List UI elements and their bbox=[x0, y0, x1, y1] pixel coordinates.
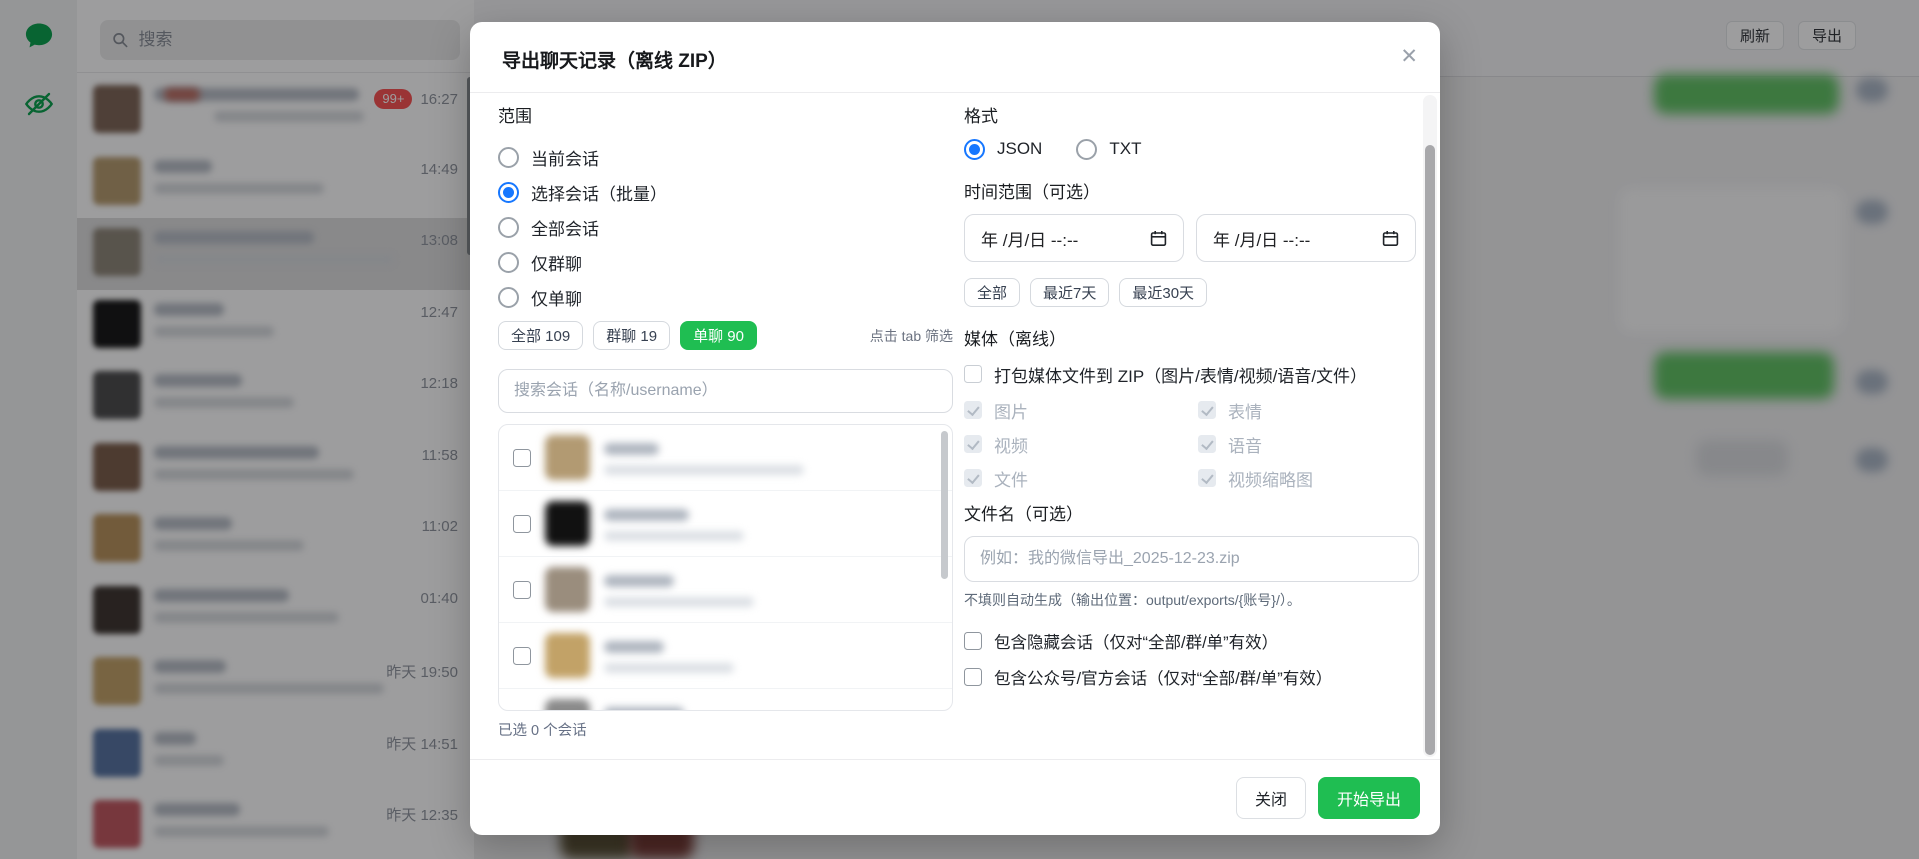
checkbox-checked-disabled bbox=[964, 435, 982, 453]
filename-input[interactable] bbox=[964, 536, 1419, 582]
checkbox-include-official[interactable]: 包含公众号/官方会话（仅对“全部/群/单”有效） bbox=[964, 665, 1419, 689]
quick-range-all[interactable]: 全部 bbox=[964, 278, 1020, 307]
calendar-icon bbox=[1382, 230, 1399, 247]
selected-count: 已选 0 个会话 bbox=[498, 719, 953, 740]
radio-singles-only[interactable]: 仅单聊 bbox=[498, 285, 953, 309]
format-label: 格式 bbox=[964, 105, 1419, 129]
calendar-icon bbox=[1150, 230, 1167, 247]
avatar bbox=[545, 699, 590, 711]
tab-hint: 点击 tab 筛选 bbox=[870, 326, 953, 346]
checkbox-checked-disabled bbox=[1198, 435, 1216, 453]
conversation-search-input[interactable] bbox=[498, 369, 953, 413]
dialog-header: 导出聊天记录（离线 ZIP） ✕ bbox=[470, 22, 1440, 93]
scope-column: 范围 当前会话 选择会话（批量） 全部会话 仅群聊 bbox=[498, 93, 953, 740]
close-icon[interactable]: ✕ bbox=[1400, 46, 1418, 67]
checkbox-pack-media[interactable]: 打包媒体文件到 ZIP（图片/表情/视频/语音/文件） bbox=[964, 362, 1419, 386]
close-button[interactable]: 关闭 bbox=[1236, 777, 1306, 819]
checkbox-media-video-disabled: 视频 bbox=[964, 432, 1198, 456]
start-export-button[interactable]: 开始导出 bbox=[1318, 777, 1420, 819]
export-dialog: 导出聊天记录（离线 ZIP） ✕ 范围 当前会话 选择会话（批量） 全部会话 bbox=[470, 22, 1440, 835]
dialog-footer: 关闭 开始导出 bbox=[470, 759, 1440, 835]
radio-select-conversations[interactable]: 选择会话（批量） bbox=[498, 180, 953, 204]
radio-icon bbox=[1076, 139, 1097, 160]
start-datetime-input[interactable]: 年 /月/日 --:-- bbox=[964, 214, 1184, 262]
checkbox-media-voice-disabled: 语音 bbox=[1198, 432, 1419, 456]
scope-label: 范围 bbox=[498, 105, 953, 129]
checkbox-unchecked[interactable] bbox=[513, 581, 531, 599]
filename-label: 文件名（可选） bbox=[964, 503, 1419, 527]
tab-singles-active[interactable]: 单聊 90 bbox=[680, 321, 757, 350]
avatar bbox=[545, 567, 590, 612]
avatar bbox=[545, 435, 590, 480]
tab-groups[interactable]: 群聊 19 bbox=[593, 321, 670, 350]
quick-range-30days[interactable]: 最近30天 bbox=[1119, 278, 1207, 307]
radio-icon bbox=[498, 147, 519, 168]
end-datetime-input[interactable]: 年 /月/日 --:-- bbox=[1196, 214, 1416, 262]
checkbox-unchecked[interactable] bbox=[513, 449, 531, 467]
radio-groups-only[interactable]: 仅群聊 bbox=[498, 250, 953, 274]
checkbox-media-thumbnail-disabled: 视频缩略图 bbox=[1198, 466, 1419, 490]
options-column: 格式 JSON TXT 时间范围（可选） 年 /月/日 --:-- 年 bbox=[964, 93, 1419, 689]
radio-format-json[interactable]: JSON bbox=[964, 137, 1042, 161]
radio-all-conversations[interactable]: 全部会话 bbox=[498, 215, 953, 239]
filename-hint: 不填则自动生成（输出位置：output/exports/{账号}/）。 bbox=[964, 590, 1419, 610]
radio-icon bbox=[498, 252, 519, 273]
checkbox-unchecked[interactable] bbox=[513, 647, 531, 665]
radio-icon-selected bbox=[498, 182, 519, 203]
checkbox-media-image-disabled: 图片 bbox=[964, 398, 1198, 422]
media-type-grid: 图片 表情 视频 语音 文件 bbox=[964, 398, 1419, 490]
media-label: 媒体（离线） bbox=[964, 328, 1419, 352]
radio-current-conversation[interactable]: 当前会话 bbox=[498, 145, 953, 169]
checkbox-unchecked bbox=[964, 365, 982, 383]
checkbox-unchecked bbox=[964, 632, 982, 650]
checkbox-checked-disabled bbox=[964, 469, 982, 487]
avatar bbox=[545, 633, 590, 678]
conversation-list bbox=[498, 424, 953, 711]
conversation-option[interactable] bbox=[499, 623, 952, 689]
radio-icon bbox=[498, 217, 519, 238]
checkbox-checked-disabled bbox=[1198, 469, 1216, 487]
conversation-option[interactable] bbox=[499, 557, 952, 623]
time-range-label: 时间范围（可选） bbox=[964, 181, 1419, 205]
conversation-option[interactable] bbox=[499, 425, 952, 491]
checkbox-checked-disabled bbox=[964, 401, 982, 419]
avatar bbox=[545, 501, 590, 546]
checkbox-checked-disabled bbox=[1198, 401, 1216, 419]
radio-icon bbox=[498, 287, 519, 308]
checkbox-media-sticker-disabled: 表情 bbox=[1198, 398, 1419, 422]
conversation-list-scrollbar[interactable] bbox=[941, 431, 948, 579]
dialog-title: 导出聊天记录（离线 ZIP） bbox=[502, 46, 727, 73]
quick-range-7days[interactable]: 最近7天 bbox=[1030, 278, 1109, 307]
checkbox-unchecked bbox=[964, 668, 982, 686]
checkbox-include-hidden[interactable]: 包含隐藏会话（仅对“全部/群/单”有效） bbox=[964, 629, 1419, 653]
tab-all[interactable]: 全部 109 bbox=[498, 321, 583, 350]
radio-format-txt[interactable]: TXT bbox=[1076, 137, 1141, 161]
dialog-scrollbar-thumb[interactable] bbox=[1425, 145, 1435, 755]
radio-icon-selected bbox=[964, 139, 985, 160]
checkbox-unchecked[interactable] bbox=[513, 515, 531, 533]
conversation-option[interactable] bbox=[499, 491, 952, 557]
app-window: 99+16:27 14:49 13:08 12:47 12:18 bbox=[0, 0, 1919, 859]
checkbox-media-file-disabled: 文件 bbox=[964, 466, 1198, 490]
conversation-option[interactable] bbox=[499, 689, 952, 711]
